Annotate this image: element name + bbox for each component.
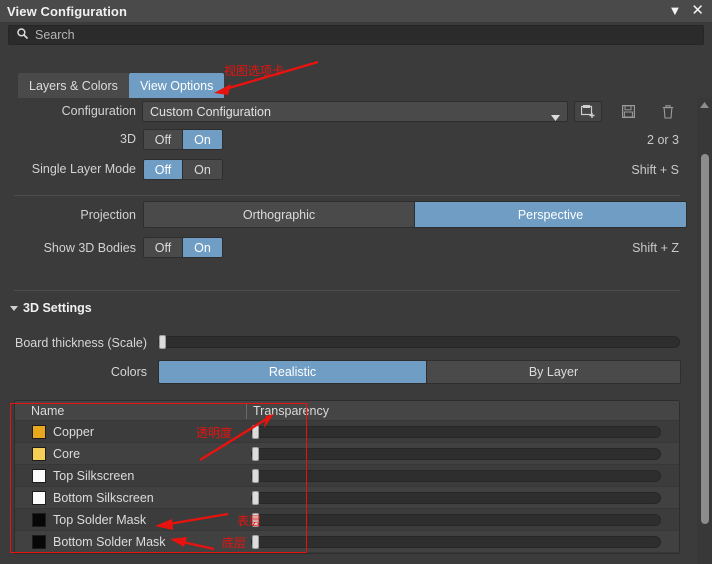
annotation-highlight-box — [10, 403, 307, 553]
